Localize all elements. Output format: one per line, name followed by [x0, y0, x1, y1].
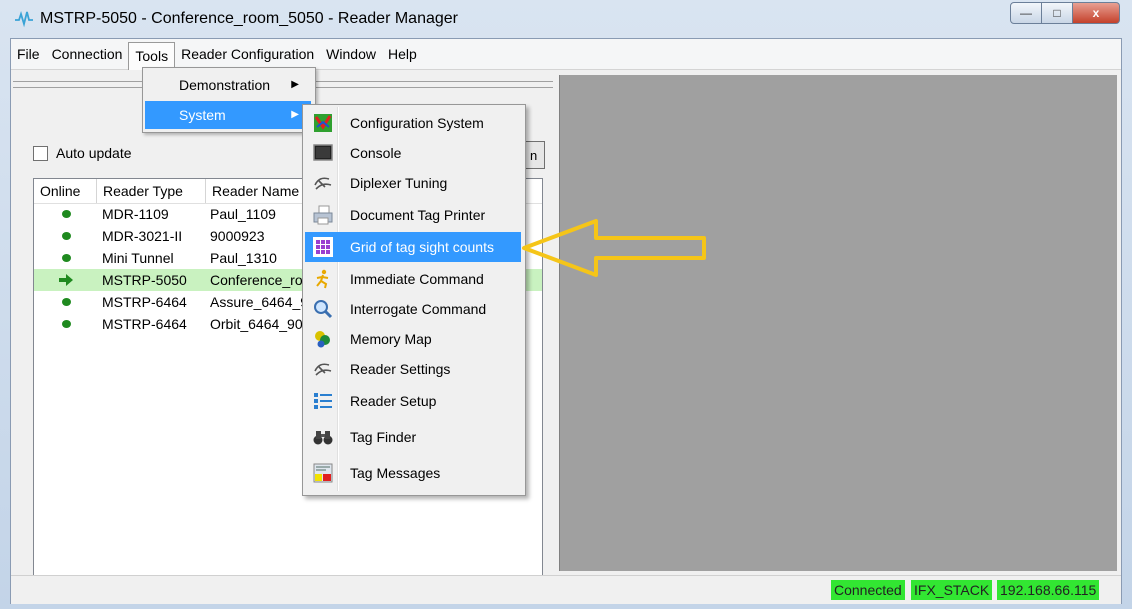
maximize-icon: □ [1053, 6, 1061, 20]
online-status-icon [62, 320, 71, 328]
menu-item-label: Console [350, 145, 402, 161]
grid-icon [313, 237, 333, 257]
menu-item-reader-settings[interactable]: Reader Settings [305, 354, 521, 384]
menu-item-console[interactable]: Console [305, 138, 521, 168]
auto-update-label: Auto update [56, 145, 132, 161]
binoculars-icon [313, 431, 333, 445]
menu-item-diplexer-tuning[interactable]: Diplexer Tuning [305, 168, 521, 198]
menu-item-configuration-system[interactable]: Configuration System [305, 108, 521, 138]
menu-item-label: Document Tag Printer [350, 207, 486, 223]
menu-connection[interactable]: Connection [46, 41, 129, 67]
menu-item-system[interactable]: System ▶ [145, 101, 311, 129]
menu-window[interactable]: Window [320, 41, 382, 67]
menu-item-grid-of-tag-sight-counts[interactable]: Grid of tag sight counts [305, 232, 521, 262]
auto-update-control: Auto update [33, 145, 132, 161]
reader-name-cell: Paul_1109 [210, 206, 276, 222]
app-waveform-icon [15, 11, 33, 28]
maximize-button[interactable]: □ [1042, 2, 1073, 24]
menu-item-label: Grid of tag sight counts [350, 239, 494, 255]
menu-item-label: Memory Map [350, 331, 432, 347]
close-icon: x [1092, 6, 1100, 20]
current-reader-arrow-icon [59, 274, 73, 286]
minimize-icon: — [1020, 6, 1032, 20]
minimize-button[interactable]: — [1010, 2, 1042, 24]
partially-hidden-button[interactable]: n [525, 141, 545, 169]
tag-messages-icon [313, 463, 333, 483]
menu-item-tag-finder[interactable]: Tag Finder [305, 422, 521, 452]
magnifier-icon [314, 300, 333, 319]
window-title: MSTRP-5050 - Conference_room_5050 - Read… [40, 10, 458, 27]
menu-item-label: Diplexer Tuning [350, 175, 448, 191]
menu-item-label: System [179, 107, 226, 123]
mdi-workspace [559, 75, 1117, 571]
submenu-arrow-icon: ▶ [291, 109, 299, 120]
menu-reader-configuration[interactable]: Reader Configuration [175, 41, 320, 67]
reader-name-cell: Paul_1310 [210, 250, 277, 266]
menu-item-immediate-command[interactable]: Immediate Command [305, 264, 521, 294]
status-bar: Connected IFX_STACK 192.168.66.115 [11, 575, 1121, 604]
status-stack: IFX_STACK [911, 580, 993, 600]
menu-item-document-tag-printer[interactable]: Document Tag Printer [305, 200, 521, 230]
configuration-icon [314, 114, 332, 132]
menu-item-label: Interrogate Command [350, 301, 487, 317]
submenu-arrow-icon: ▶ [291, 79, 299, 90]
menu-item-memory-map[interactable]: Memory Map [305, 324, 521, 354]
online-status-icon [62, 254, 71, 262]
column-reader-type[interactable]: Reader Type [97, 179, 206, 203]
reader-type-cell: MSTRP-5050 [102, 272, 187, 288]
reader-name-cell: 9000923 [210, 228, 265, 244]
tuning-hand-icon [314, 177, 332, 190]
tools-menu: Demonstration ▶ System ▶ [142, 67, 316, 133]
online-status-icon [62, 210, 71, 218]
menu-item-tag-messages[interactable]: Tag Messages [305, 458, 521, 488]
column-online[interactable]: Online [34, 179, 97, 203]
printer-icon [313, 205, 333, 225]
status-ip-address: 192.168.66.115 [997, 580, 1100, 600]
annotation-arrow-icon [522, 219, 706, 277]
reader-type-cell: MDR-3021-II [102, 228, 183, 244]
menu-item-label: Reader Setup [350, 393, 437, 409]
online-status-icon [62, 232, 71, 240]
menu-tools[interactable]: Tools [128, 41, 176, 70]
menu-item-demonstration[interactable]: Demonstration ▶ [145, 71, 311, 99]
menu-help[interactable]: Help [382, 41, 423, 67]
reader-name-cell: Orbit_6464_90 [210, 316, 303, 332]
column-reader-name[interactable]: Reader Name [206, 179, 316, 203]
menu-bar: File Connection Tools Reader Configurati… [11, 39, 1121, 70]
memory-map-icon [315, 331, 330, 348]
title-bar: MSTRP-5050 - Conference_room_5050 - Read… [0, 0, 1132, 38]
settings-hand-icon [314, 363, 332, 376]
console-icon [313, 144, 333, 161]
reader-type-cell: MSTRP-6464 [102, 316, 187, 332]
menu-item-interrogate-command[interactable]: Interrogate Command [305, 294, 521, 324]
status-connected: Connected [831, 580, 905, 600]
app-window: MSTRP-5050 - Conference_room_5050 - Read… [0, 0, 1132, 609]
menu-item-label: Configuration System [350, 115, 484, 131]
window-controls: — □ x [1010, 2, 1120, 24]
menu-item-label: Tag Messages [350, 465, 441, 481]
reader-name-cell: Conference_ro [210, 272, 303, 288]
system-submenu: Configuration System Console Diplexer Tu… [302, 104, 526, 496]
reader-type-cell: MSTRP-6464 [102, 294, 187, 310]
menu-file[interactable]: File [11, 41, 46, 67]
reader-name-cell: Assure_6464_9 [210, 294, 309, 310]
reader-type-cell: Mini Tunnel [102, 250, 174, 266]
menu-item-label: Reader Settings [350, 361, 451, 377]
menu-item-label: Demonstration [179, 77, 271, 93]
auto-update-checkbox[interactable] [33, 145, 48, 161]
menu-item-reader-setup[interactable]: Reader Setup [305, 386, 521, 416]
reader-type-cell: MDR-1109 [102, 206, 169, 222]
running-figure-icon [316, 269, 329, 289]
setup-list-icon [314, 393, 332, 409]
menu-item-label: Immediate Command [350, 271, 484, 287]
menu-item-label: Tag Finder [350, 429, 417, 445]
online-status-icon [62, 298, 71, 306]
close-button[interactable]: x [1073, 2, 1120, 24]
